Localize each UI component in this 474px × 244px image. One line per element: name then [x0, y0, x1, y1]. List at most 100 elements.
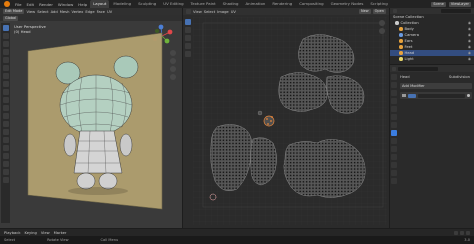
uv-open-image-button[interactable]: Open — [372, 9, 386, 14]
bevel-tool-icon[interactable] — [2, 105, 9, 111]
view-layer-props-icon[interactable] — [391, 98, 397, 104]
particles-props-icon[interactable] — [391, 138, 397, 144]
outliner-item[interactable]: Light ◉ — [390, 56, 474, 62]
modifier-realtime-toggle-icon[interactable] — [466, 93, 470, 98]
viewport-menu-add[interactable]: Add — [51, 10, 58, 14]
viewport-3d[interactable]: Edit Mode View Select Add Mesh Vertex Ed… — [0, 8, 182, 228]
viewport-menu-select[interactable]: Select — [37, 10, 48, 14]
tab-layout[interactable]: Layout — [90, 0, 110, 8]
viewport-menu-uv[interactable]: UV — [107, 10, 112, 14]
visibility-eye-icon[interactable]: ◉ — [468, 21, 471, 25]
menu-window[interactable]: Window — [56, 2, 75, 7]
shrink-tool-icon[interactable] — [2, 161, 9, 167]
uv-move-tool-icon[interactable] — [185, 35, 191, 41]
viewport-menu-face[interactable]: Face — [97, 10, 105, 14]
tab-uv-editing[interactable]: UV Editing — [160, 0, 186, 8]
rotate-tool-icon[interactable] — [2, 49, 9, 55]
tab-texture-paint[interactable]: Texture Paint — [188, 0, 219, 8]
visibility-eye-icon[interactable]: ◉ — [468, 45, 471, 49]
visibility-eye-icon[interactable]: ◉ — [468, 57, 471, 61]
jump-start-icon[interactable] — [454, 230, 458, 235]
render-props-icon[interactable] — [391, 82, 397, 88]
data-props-icon[interactable] — [391, 162, 397, 168]
tab-scripting[interactable]: Scripting — [367, 0, 390, 8]
uv-select-tool-icon[interactable] — [185, 19, 191, 25]
view-layer-selector[interactable]: ViewLayer — [448, 1, 471, 7]
transform-tool-icon[interactable] — [2, 65, 9, 71]
outliner-search-input[interactable] — [441, 9, 471, 13]
extrude-tool-icon[interactable] — [2, 89, 9, 95]
uv-menu-select[interactable]: Select — [204, 10, 215, 14]
spin-tool-icon[interactable] — [2, 137, 9, 143]
uv-menu-view[interactable]: View — [193, 10, 202, 14]
visibility-eye-icon[interactable]: ◉ — [468, 51, 471, 55]
material-props-icon[interactable] — [391, 170, 397, 176]
uv-editor-type-icon[interactable] — [186, 9, 191, 14]
play-icon[interactable] — [460, 230, 464, 235]
world-props-icon[interactable] — [391, 114, 397, 120]
scene-selector[interactable]: Scene — [431, 1, 446, 7]
blender-logo-icon[interactable] — [4, 1, 10, 7]
texture-props-icon[interactable] — [391, 178, 397, 184]
uv-rotate-tool-icon[interactable] — [185, 43, 191, 49]
physics-props-icon[interactable] — [391, 146, 397, 152]
output-props-icon[interactable] — [391, 90, 397, 96]
uv-pan-icon[interactable] — [379, 28, 385, 34]
rip-tool-icon[interactable] — [2, 177, 9, 183]
uv-canvas[interactable] — [193, 17, 387, 225]
properties-search-input[interactable] — [398, 66, 438, 71]
uv-zoom-icon[interactable] — [379, 20, 385, 26]
scale-tool-icon[interactable] — [2, 57, 9, 63]
timeline-view-menu[interactable]: View — [41, 231, 50, 235]
viewport-scene[interactable] — [10, 23, 170, 225]
tab-animation[interactable]: Animation — [242, 0, 268, 8]
object-props-icon[interactable] — [391, 122, 397, 128]
constraints-props-icon[interactable] — [391, 154, 397, 160]
edge-slide-tool-icon[interactable] — [2, 153, 9, 159]
uv-editor[interactable]: View Select Image UV New Open — [183, 8, 389, 228]
poly-build-tool-icon[interactable] — [2, 129, 9, 135]
uv-cursor-tool-icon[interactable] — [185, 27, 191, 33]
menu-render[interactable]: Render — [37, 2, 55, 7]
properties-type-icon[interactable] — [392, 66, 396, 71]
inset-tool-icon[interactable] — [2, 97, 9, 103]
visibility-eye-icon[interactable]: ◉ — [468, 39, 471, 43]
scene-props-icon[interactable] — [391, 106, 397, 112]
tab-rendering[interactable]: Rendering — [269, 0, 295, 8]
uv-menu-uv[interactable]: UV — [231, 10, 236, 14]
jump-end-icon[interactable] — [466, 230, 470, 235]
uv-menu-image[interactable]: Image — [217, 10, 229, 14]
tool-props-icon[interactable] — [391, 74, 397, 80]
viewport-menu-mesh[interactable]: Mesh — [60, 10, 70, 14]
smooth-tool-icon[interactable] — [2, 145, 9, 151]
tab-geometry-nodes[interactable]: Geometry Nodes — [328, 0, 367, 8]
knife-tool-icon[interactable] — [2, 121, 9, 127]
menu-file[interactable]: File — [13, 2, 24, 7]
uv-scale-tool-icon[interactable] — [185, 51, 191, 57]
camera-view-icon[interactable] — [170, 66, 176, 72]
zoom-icon[interactable] — [170, 50, 176, 56]
timeline-keying-menu[interactable]: Keying — [24, 231, 36, 235]
tab-compositing[interactable]: Compositing — [296, 0, 326, 8]
menu-edit[interactable]: Edit — [25, 2, 37, 7]
timeline-marker-menu[interactable]: Marker — [54, 231, 67, 235]
measure-tool-icon[interactable] — [2, 81, 9, 87]
tab-sculpting[interactable]: Sculpting — [135, 0, 159, 8]
visibility-eye-icon[interactable]: ◉ — [468, 27, 471, 31]
uv-new-image-button[interactable]: New — [359, 9, 371, 14]
modifier-panel[interactable] — [400, 92, 472, 99]
visibility-eye-icon[interactable]: ◉ — [468, 33, 471, 37]
viewport-menu-vertex[interactable]: Vertex — [71, 10, 83, 14]
modifier-name-field[interactable] — [417, 93, 465, 98]
shear-tool-icon[interactable] — [2, 169, 9, 175]
menu-help[interactable]: Help — [76, 2, 89, 7]
transform-orientation[interactable]: Global — [3, 15, 19, 21]
tab-shading[interactable]: Shading — [220, 0, 242, 8]
outliner-type-icon[interactable] — [393, 9, 397, 13]
pan-icon[interactable] — [170, 58, 176, 64]
cursor-tool-icon[interactable] — [2, 33, 9, 39]
modifier-expand-icon[interactable] — [402, 93, 406, 98]
mode-selector[interactable]: Edit Mode — [3, 9, 25, 14]
ortho-toggle-icon[interactable] — [170, 74, 176, 80]
loop-cut-tool-icon[interactable] — [2, 113, 9, 119]
